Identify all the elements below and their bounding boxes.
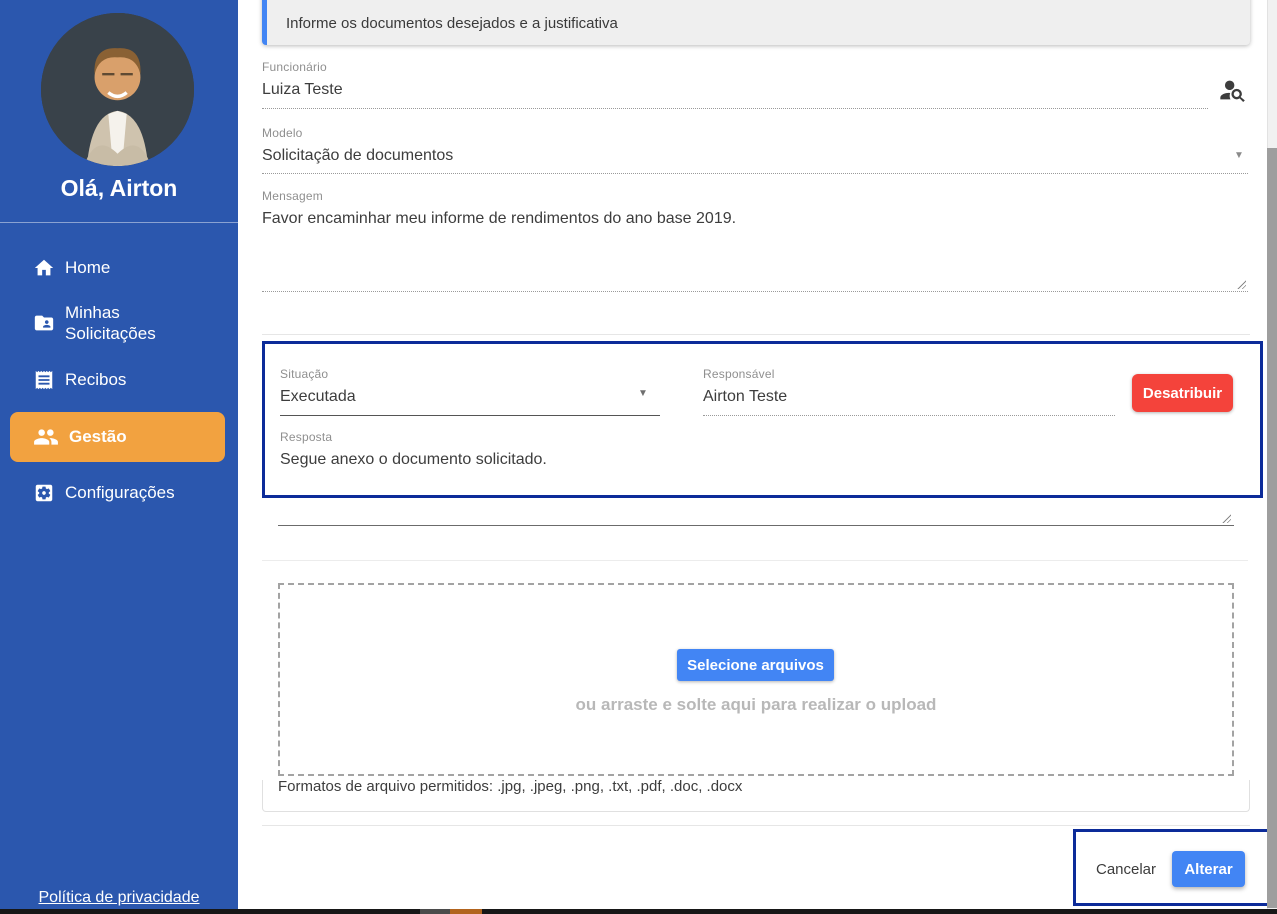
section-divider	[262, 560, 1248, 561]
resposta-value: Segue anexo o documento solicitado.	[280, 451, 547, 468]
modelo-value: Solicitação de documentos	[262, 147, 454, 164]
funcionario-value: Luiza Teste	[262, 81, 343, 98]
sidebar-item-home[interactable]: Home	[0, 252, 238, 284]
mensagem-textarea[interactable]: Mensagem Favor encaminhar meu informe de…	[262, 189, 1248, 292]
home-icon	[34, 259, 54, 276]
card-bottom-edge	[262, 780, 1250, 812]
sidebar-item-label: Gestão	[69, 427, 127, 446]
app-window: Olá, Airton Home Minhas Solicitações Rec…	[0, 0, 1277, 914]
alterar-button[interactable]: Alterar	[1172, 851, 1245, 887]
sidebar-item-label: Configurações	[65, 483, 175, 502]
modelo-select[interactable]: Modelo Solicitação de documentos	[262, 126, 1248, 174]
taskbar-edge-segment	[420, 909, 450, 914]
info-banner-text: Informe os documentos desejados e a just…	[286, 15, 618, 32]
highlight-annotation-box	[262, 341, 1263, 498]
sidebar-divider	[0, 222, 238, 223]
privacy-policy-link[interactable]: Política de privacidade	[0, 889, 238, 907]
resposta-textarea[interactable]: Resposta Segue anexo o documento solicit…	[280, 430, 1234, 469]
funcionario-field[interactable]: Funcionário Luiza Teste	[262, 60, 1208, 109]
situacao-value: Executada	[280, 388, 660, 416]
sidebar-item-configuracoes[interactable]: Configurações	[0, 477, 238, 509]
taskbar-edge-segment	[450, 909, 482, 914]
person-search-icon[interactable]	[1218, 76, 1246, 104]
section-divider	[262, 334, 1250, 335]
taskbar-edge	[0, 909, 1277, 914]
mensagem-label: Mensagem	[262, 189, 323, 203]
user-greeting: Olá, Airton	[60, 175, 178, 201]
folder-shared-icon	[34, 315, 54, 331]
avatar-photo	[41, 13, 194, 166]
resposta-label: Resposta	[280, 430, 333, 444]
receipt-icon	[35, 370, 53, 390]
sidebar-item-label: Home	[65, 258, 111, 277]
sidebar-item-recibos[interactable]: Recibos	[0, 364, 238, 396]
sidebar-item-minhas-solicitacoes[interactable]: Minhas Solicitações	[0, 297, 238, 349]
mensagem-value: Favor encaminhar meu informe de rendimen…	[262, 210, 737, 227]
sidebar-item-label: Minhas Solicitações	[65, 303, 156, 343]
sidebar: Olá, Airton Home Minhas Solicitações Rec…	[0, 0, 238, 914]
resposta-underline	[278, 525, 1234, 526]
situacao-label: Situação	[280, 367, 329, 381]
chevron-down-icon: ▼	[638, 388, 648, 399]
cancel-button[interactable]: Cancelar	[1088, 852, 1164, 886]
select-files-button[interactable]: Selecione arquivos	[677, 649, 834, 681]
settings-icon	[35, 484, 53, 502]
responsavel-label: Responsável	[703, 367, 775, 381]
funcionario-label: Funcionário	[262, 60, 327, 74]
sidebar-item-label: Recibos	[65, 370, 127, 389]
situacao-select[interactable]: Situação Executada	[280, 367, 660, 416]
chevron-down-icon: ▼	[1234, 150, 1244, 161]
sidebar-item-gestao[interactable]: Gestão	[10, 412, 225, 462]
info-banner: Informe os documentos desejados e a just…	[262, 0, 1250, 45]
people-icon	[34, 429, 58, 445]
responsavel-field[interactable]: Responsável Airton Teste	[703, 367, 1115, 416]
modelo-label: Modelo	[262, 126, 303, 140]
desatribuir-button[interactable]: Desatribuir	[1132, 374, 1233, 412]
footer-divider	[262, 825, 1250, 826]
drop-hint-text: ou arraste e solte aqui para realizar o …	[575, 695, 937, 714]
avatar	[41, 13, 194, 166]
scrollbar-thumb[interactable]	[1267, 148, 1277, 908]
responsavel-value: Airton Teste	[703, 388, 788, 405]
resize-handle[interactable]	[1221, 513, 1231, 523]
